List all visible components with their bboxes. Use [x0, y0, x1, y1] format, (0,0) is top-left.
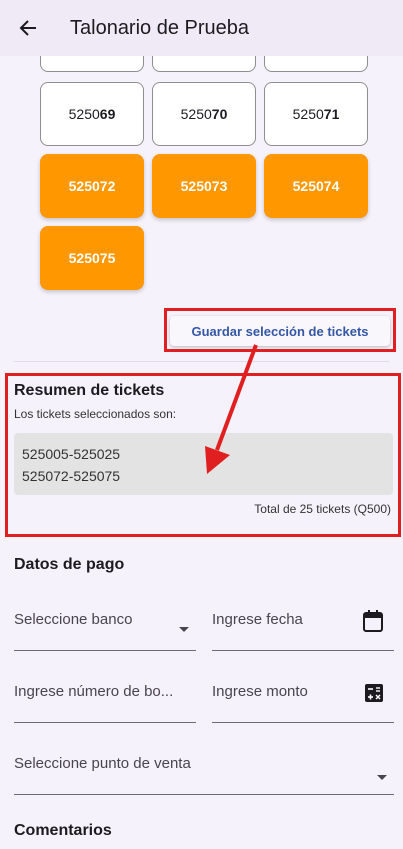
bank-select[interactable]: Seleccione banco	[14, 599, 196, 651]
ticket-button-selected[interactable]: 525072	[40, 154, 144, 218]
ticket-button-selected[interactable]: 525075	[40, 226, 144, 290]
date-field[interactable]: Ingrese fecha	[212, 599, 394, 651]
date-field-label: Ingrese fecha	[212, 611, 303, 628]
divider	[14, 361, 389, 362]
voucher-number-label: Ingrese número de bo...	[14, 683, 174, 700]
ticket-button[interactable]: 5250 71	[264, 82, 368, 146]
page-title: Talonario de Prueba	[70, 16, 250, 39]
calculator-icon[interactable]	[364, 683, 384, 708]
point-of-sale-select[interactable]: Seleccione punto de venta	[14, 743, 394, 795]
dropdown-arrow-icon	[376, 769, 388, 787]
ticket-number-suffix: 69	[99, 106, 116, 122]
comments-section-title: Comentarios	[14, 822, 112, 839]
annotation-highlight-box	[5, 373, 401, 537]
ticket-number-prefix: 5250	[68, 106, 100, 122]
ticket-button[interactable]: 5250 69	[40, 82, 144, 146]
annotation-highlight-box	[164, 308, 396, 352]
ticket-number-suffix: 71	[323, 106, 340, 122]
ticket-button[interactable]	[40, 56, 144, 72]
bank-select-label: Seleccione banco	[14, 611, 133, 628]
point-of-sale-label: Seleccione punto de venta	[14, 755, 191, 772]
dropdown-arrow-icon	[178, 621, 190, 639]
ticket-button[interactable]	[264, 56, 368, 72]
payment-section-title: Datos de pago	[14, 556, 125, 573]
voucher-number-field[interactable]: Ingrese número de bo...	[14, 671, 196, 723]
amount-field[interactable]: Ingrese monto	[212, 671, 394, 723]
ticket-number-prefix: 5250	[292, 106, 324, 122]
ticket-button[interactable]	[152, 56, 256, 72]
calendar-icon[interactable]	[362, 609, 384, 638]
ticket-number-prefix: 5250	[180, 106, 212, 122]
app-bar: Talonario de Prueba	[0, 0, 403, 56]
back-button[interactable]	[0, 0, 56, 56]
amount-field-label: Ingrese monto	[212, 683, 308, 700]
ticket-button-selected[interactable]: 525074	[264, 154, 368, 218]
arrow-back-icon	[19, 20, 36, 36]
ticket-button-selected[interactable]: 525073	[152, 154, 256, 218]
ticket-number-suffix: 70	[211, 106, 228, 122]
ticket-button[interactable]: 5250 70	[152, 82, 256, 146]
